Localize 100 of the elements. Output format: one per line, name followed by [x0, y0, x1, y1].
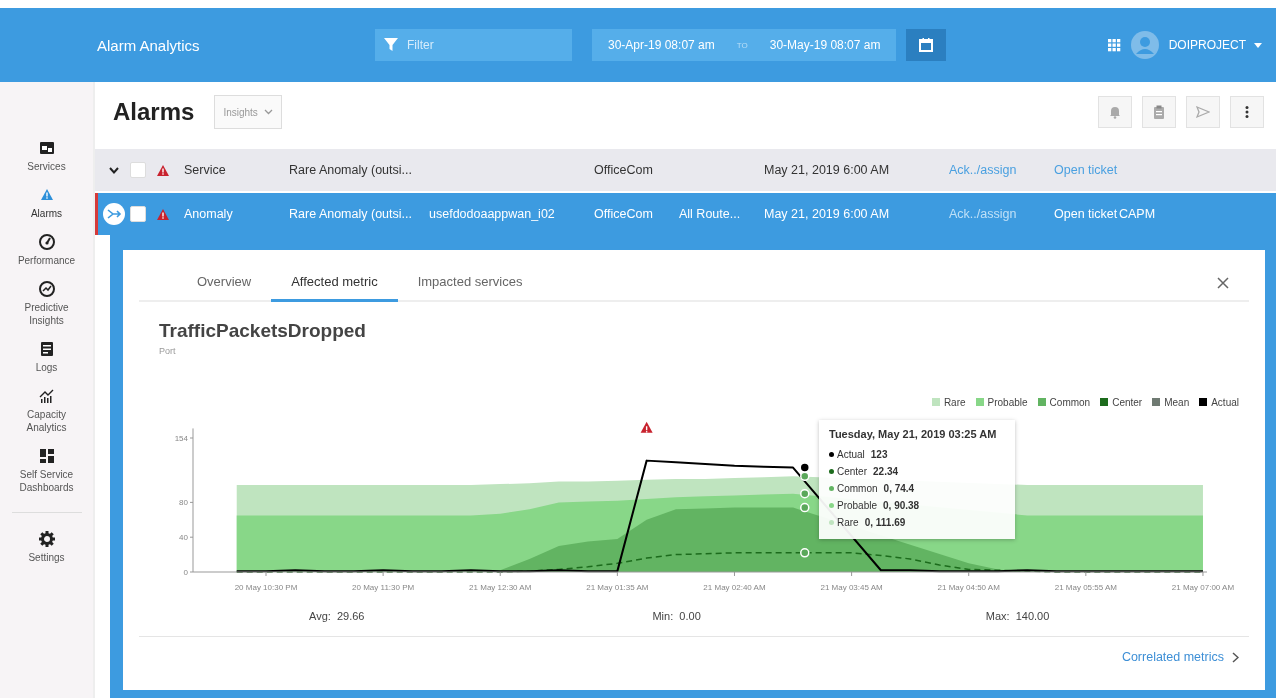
sidebar-item[interactable]: Capacity Analytics	[6, 388, 87, 434]
time-cell: May 21, 2019 6:00 AM	[764, 163, 890, 177]
y-tick-label: 40	[179, 533, 188, 543]
sidebar-item[interactable]: Predictive Insights	[6, 281, 87, 327]
description-cell: Rare Anomaly (outsi...	[289, 207, 412, 221]
legend-item: Mean	[1152, 395, 1190, 409]
services-icon	[38, 140, 55, 156]
stat-text: Min: 0.00	[652, 610, 701, 622]
settings-icon	[38, 531, 55, 547]
chevron-right-icon	[1232, 651, 1239, 663]
x-tick-label: 20 May 11:30 PM	[352, 583, 415, 592]
sidebar-item[interactable]: Self Service Dashboards	[6, 448, 87, 494]
more-button[interactable]	[1230, 96, 1264, 128]
calendar-button[interactable]	[906, 29, 947, 61]
description-cell: Rare Anomaly (outsi...	[289, 163, 412, 177]
legend-label: Common	[1049, 396, 1091, 408]
x-tick-label: 20 May 10:30 PM	[234, 583, 298, 592]
hover-point	[800, 471, 810, 482]
trend-icon	[38, 281, 55, 297]
alarm-row[interactable]: Service Rare Anomaly (outsi... OfficeCom May 21, 2019 6:00 AM Ack../assign Open ticket	[95, 149, 1276, 191]
tab[interactable]: Affected metric	[271, 274, 398, 302]
arrow-circle-icon[interactable]	[103, 203, 125, 225]
legend-label: Actual	[1211, 396, 1239, 408]
tooltip-value: 0, 111.69	[864, 517, 906, 528]
chevron-down-icon[interactable]	[109, 166, 119, 174]
legend-item: Actual	[1199, 395, 1239, 409]
x-tick-label: 21 May 05:55 AM	[1054, 583, 1117, 592]
y-tick-label: 80	[179, 498, 188, 508]
apps-grid-icon[interactable]	[1107, 38, 1121, 52]
tooltip-label: Probable	[837, 500, 878, 511]
sidebar-item[interactable]: Alarms	[6, 187, 87, 220]
page-title: Alarms	[113, 98, 195, 126]
row-checkbox[interactable]	[130, 162, 146, 178]
tab[interactable]: Overview	[177, 274, 272, 302]
sidebar-item[interactable]: Performance	[6, 234, 87, 267]
bell-button[interactable]	[1098, 96, 1132, 128]
route-cell: All Route...	[679, 207, 741, 221]
warning-icon	[156, 207, 170, 221]
legend-label: Center	[1112, 396, 1143, 408]
tooltip-label: Center	[837, 466, 867, 477]
resource-cell: usefdodoaappwan_i02	[429, 207, 555, 221]
send-button[interactable]	[1186, 96, 1220, 128]
sidebar-item[interactable]: Logs	[6, 341, 87, 374]
gauge-icon	[38, 234, 55, 250]
document-icon	[38, 341, 55, 357]
tooltip-value: 22.34	[873, 466, 899, 477]
legend-item: Rare	[931, 395, 966, 409]
date-separator: TO	[735, 40, 749, 50]
tooltip-label: Rare	[837, 517, 859, 528]
alarm-type-cell: Service	[184, 163, 226, 177]
alarm-type-cell: Anomaly	[184, 207, 233, 221]
y-tick-label: 0	[183, 568, 188, 577]
caret-down-icon	[1254, 42, 1262, 48]
calendar-icon	[919, 38, 934, 52]
source-cell: CAPM	[1119, 207, 1156, 221]
chevron-down-icon	[263, 109, 273, 115]
warning-icon	[640, 421, 653, 433]
x-tick-label: 21 May 02:40 AM	[703, 583, 766, 592]
app-title: Alarm Analytics	[97, 36, 201, 54]
bell-icon	[1108, 105, 1122, 119]
legend-label: Mean	[1164, 396, 1190, 408]
row-checkbox[interactable]	[130, 206, 146, 222]
tab[interactable]: Impacted services	[397, 274, 543, 302]
send-icon	[1196, 105, 1210, 119]
filter-field[interactable]: Filter	[375, 29, 572, 61]
x-tick-label: 21 May 07:00 AM	[1171, 583, 1235, 592]
metric-subtitle: Port	[159, 346, 177, 356]
site-cell: OfficeCom	[594, 207, 653, 221]
legend-item: Center	[1100, 395, 1143, 409]
time-cell: May 21, 2019 6:00 AM	[764, 207, 890, 221]
warning-icon	[156, 163, 170, 177]
sidebar-item[interactable]: Settings	[6, 531, 87, 564]
tooltip-label: Actual	[837, 449, 865, 460]
x-tick-label: 21 May 01:35 AM	[586, 583, 649, 592]
sidebar-item[interactable]: Services	[6, 140, 87, 173]
avatar-icon	[1130, 31, 1159, 59]
metric-title: TrafficPacketsDropped	[159, 320, 367, 342]
close-icon	[1217, 277, 1229, 289]
y-tick-label: 154	[174, 434, 188, 443]
legend-item: Common	[1037, 395, 1091, 409]
site-cell: OfficeCom	[594, 163, 653, 177]
hover-point	[800, 488, 810, 499]
clipboard-icon	[1152, 105, 1166, 119]
tooltip-value: 0, 90.38	[883, 500, 920, 511]
tooltip-value: 0, 74.4	[883, 483, 915, 494]
correlated-metrics-link[interactable]: Correlated metrics	[1121, 650, 1249, 664]
funnel-icon	[384, 38, 398, 52]
x-tick-label: 21 May 04:50 AM	[937, 583, 1000, 592]
warning-icon	[38, 187, 55, 203]
hover-point	[800, 548, 810, 558]
dashboard-icon	[38, 448, 55, 464]
tooltip-value: 123	[870, 449, 888, 460]
x-tick-label: 21 May 03:45 AM	[820, 583, 883, 592]
chart-icon	[38, 388, 55, 404]
clipboard-button[interactable]	[1142, 96, 1176, 128]
legend-label: Probable	[987, 396, 1028, 408]
tooltip-label: Common	[837, 483, 878, 494]
x-tick-label: 21 May 12:30 AM	[469, 583, 532, 592]
tooltip-title: Tuesday, May 21, 2019 03:25 AM	[829, 428, 998, 440]
legend-item: Probable	[975, 395, 1028, 409]
